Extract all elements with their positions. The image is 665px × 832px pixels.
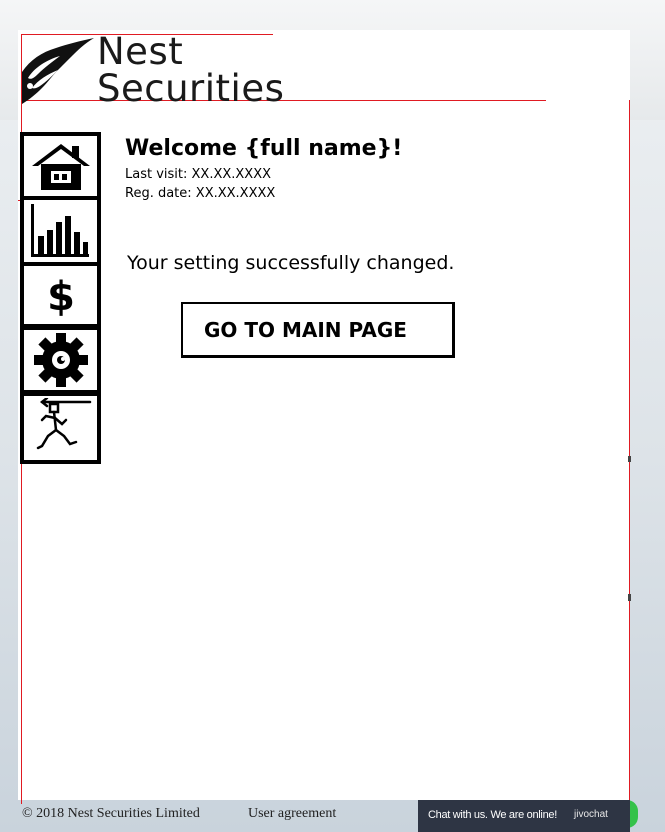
house-icon [31, 144, 90, 190]
gear-icon [33, 333, 88, 387]
sidebar-item-finance[interactable]: $ [20, 262, 101, 328]
last-visit-text: Last visit: XX.XX.XXXX [125, 167, 272, 182]
sidebar-item-settings[interactable] [20, 326, 101, 394]
nest-logo-icon [22, 38, 94, 104]
divider-line [629, 100, 630, 800]
copyright-text: © 2018 Nest Securities Limited [22, 806, 200, 821]
go-to-main-page-label: GO TO MAIN PAGE [204, 317, 407, 342]
brand-line-2: Securities [97, 67, 285, 110]
chat-brand-logo: jivochat [574, 809, 608, 820]
brand-line-1: Nest [97, 30, 184, 73]
sidebar-item-statistics[interactable] [20, 196, 101, 266]
edge-mark [628, 456, 631, 462]
brand-name: Nest Securities [97, 33, 284, 107]
reg-date-text: Reg. date: XX.XX.XXXX [125, 186, 276, 201]
chat-widget[interactable]: Chat with us. We are online! jivochat [418, 800, 630, 832]
go-to-main-page-button[interactable]: GO TO MAIN PAGE [181, 302, 455, 358]
dollar-icon: $ [47, 274, 75, 320]
success-message: Your setting successfully changed. [127, 252, 455, 274]
edge-mark [628, 594, 631, 601]
bar-chart-icon [30, 204, 89, 257]
running-exit-icon [36, 398, 91, 450]
sidebar-item-logout[interactable] [20, 392, 101, 464]
svg-text:$: $ [47, 274, 75, 320]
user-agreement-link[interactable]: User agreement [248, 806, 336, 822]
chat-prompt-text: Chat with us. We are online! [428, 809, 557, 821]
welcome-title: Welcome {full name}! [125, 136, 403, 161]
sidebar-item-home[interactable] [20, 132, 101, 200]
